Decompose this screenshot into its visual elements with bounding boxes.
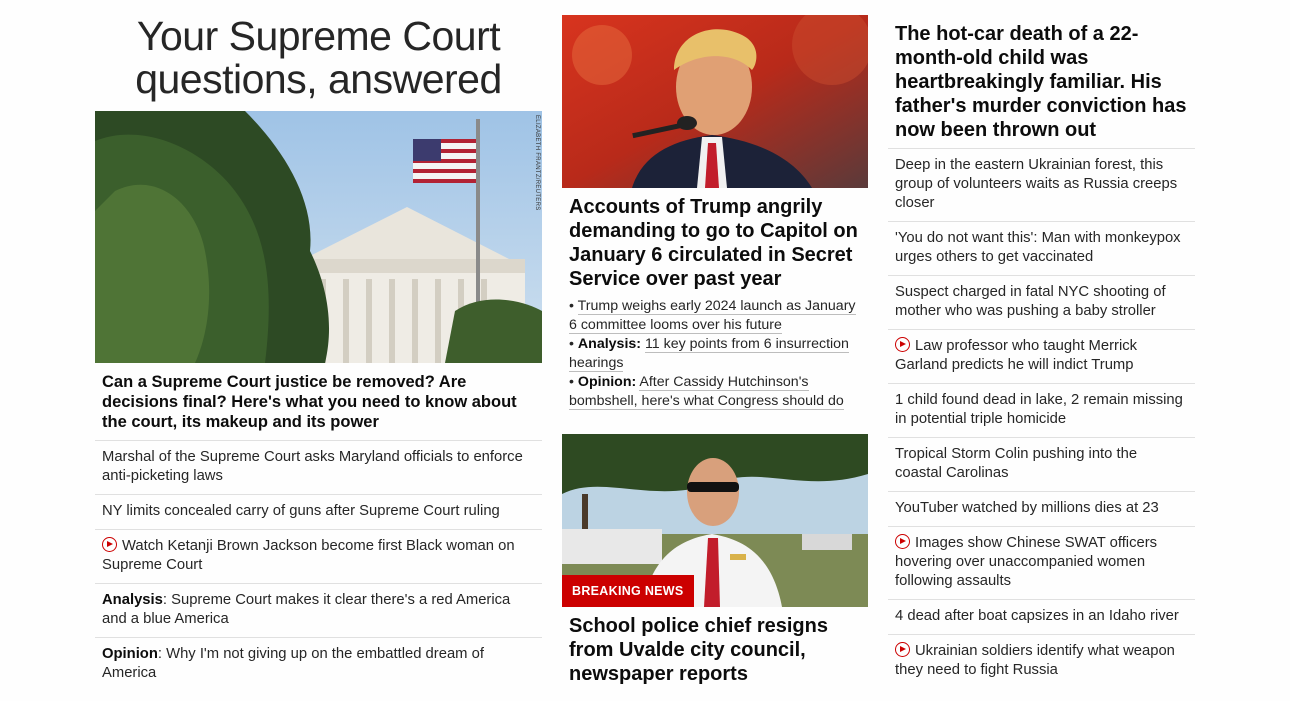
list-item[interactable]: Analysis: Supreme Court makes it clear t…: [95, 584, 542, 638]
bullet-item[interactable]: • Analysis: 11 key points from 6 insurre…: [569, 335, 861, 373]
lead-headline[interactable]: Accounts of Trump angrily demanding to g…: [562, 188, 868, 297]
trump-photo[interactable]: [562, 15, 868, 188]
list-item[interactable]: 1 child found dead in lake, 2 remain mis…: [888, 384, 1195, 438]
supreme-court-column: Your Supreme Court questions, answered E…: [95, 0, 542, 691]
supreme-court-photo[interactable]: ELIZABETH FRANTZ/REUTERS: [95, 111, 542, 363]
list-item[interactable]: Opinion: Why I'm not giving up on the em…: [95, 638, 542, 691]
lead-headline[interactable]: Can a Supreme Court justice be removed? …: [95, 363, 542, 441]
news-column-center: Accounts of Trump angrily demanding to g…: [562, 0, 868, 692]
headline-list: Deep in the eastern Ukrainian forest, th…: [888, 149, 1195, 688]
list-item[interactable]: Ukrainian soldiers identify what weapon …: [888, 635, 1195, 688]
list-item[interactable]: 'You do not want this': Man with monkeyp…: [888, 222, 1195, 276]
second-headline[interactable]: School police chief resigns from Uvalde …: [562, 607, 868, 692]
bullet-item[interactable]: • Opinion: After Cassidy Hutchinson's bo…: [569, 373, 861, 411]
list-item[interactable]: Tropical Storm Colin pushing into the co…: [888, 438, 1195, 492]
list-item[interactable]: Law professor who taught Merrick Garland…: [888, 330, 1195, 384]
list-item[interactable]: Watch Ketanji Brown Jackson become first…: [95, 530, 542, 584]
police-chief-photo[interactable]: BREAKING NEWS: [562, 434, 868, 607]
lead-headline[interactable]: The hot-car death of a 22-month-old chil…: [888, 0, 1195, 149]
play-circle-icon: [102, 537, 117, 552]
list-item[interactable]: Marshal of the Supreme Court asks Maryla…: [95, 441, 542, 495]
news-column-right: The hot-car death of a 22-month-old chil…: [888, 0, 1195, 688]
related-list: Marshal of the Supreme Court asks Maryla…: [95, 441, 542, 691]
play-circle-icon: [895, 642, 910, 657]
list-item[interactable]: Suspect charged in fatal NYC shooting of…: [888, 276, 1195, 330]
list-item[interactable]: Deep in the eastern Ukrainian forest, th…: [888, 149, 1195, 222]
list-item[interactable]: YouTuber watched by millions dies at 23: [888, 492, 1195, 527]
list-item[interactable]: NY limits concealed carry of guns after …: [95, 495, 542, 530]
list-item[interactable]: Images show Chinese SWAT officers hoveri…: [888, 527, 1195, 600]
section-title[interactable]: Your Supreme Court questions, answered: [95, 0, 542, 111]
list-item[interactable]: 4 dead after boat capsizes in an Idaho r…: [888, 600, 1195, 635]
play-circle-icon: [895, 534, 910, 549]
play-circle-icon: [895, 337, 910, 352]
breaking-news-badge: BREAKING NEWS: [562, 575, 694, 607]
bullet-item[interactable]: • Trump weighs early 2024 launch as Janu…: [569, 297, 861, 335]
photo-credit: ELIZABETH FRANTZ/REUTERS: [534, 115, 540, 211]
bullet-list: • Trump weighs early 2024 launch as Janu…: [562, 297, 868, 411]
